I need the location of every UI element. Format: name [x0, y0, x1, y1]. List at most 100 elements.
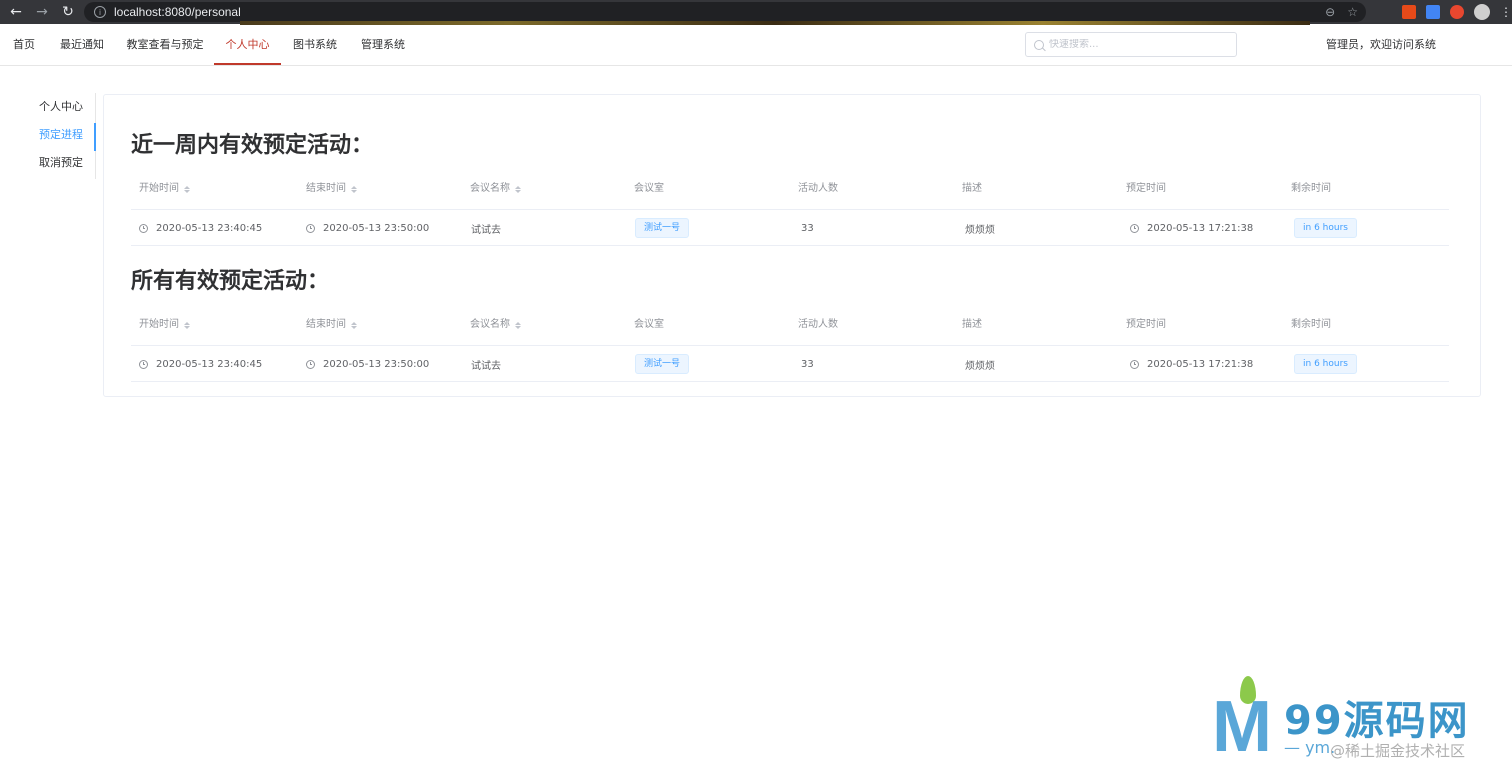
table-row: 2020-05-13 23:40:45 2020-05-13 23:50:00 … [131, 210, 1449, 246]
sort-icon[interactable] [515, 185, 521, 193]
column-label: 开始时间 [139, 183, 179, 194]
translate-extension-icon[interactable] [1426, 5, 1440, 19]
column-label: 会议名称 [470, 319, 510, 330]
column-header-room: 会议室 [634, 183, 664, 194]
column-label: 结束时间 [306, 319, 346, 330]
table-header: 开始时间 结束时间 会议名称 会议室 活动人数 描述 预定时间 剩余时间 [131, 168, 1449, 210]
room-tag: 测试一号 [635, 218, 690, 238]
cell-room: 测试一号 [627, 346, 690, 382]
sort-icon[interactable] [351, 185, 357, 193]
menu-item-library[interactable]: 图书系统 [281, 25, 349, 65]
more-menu-icon[interactable]: ⋮ [1500, 5, 1512, 19]
stop-extension-icon[interactable] [1450, 5, 1464, 19]
column-header-remaining: 剩余时间 [1291, 319, 1331, 330]
side-item-progress[interactable]: 预定进程 [39, 121, 83, 149]
cell-people: 33 [801, 358, 814, 370]
section-title-all: 所有有效预定活动： [131, 269, 330, 294]
cell-text: 2020-05-13 17:21:38 [1147, 222, 1254, 234]
column-header-end[interactable]: 结束时间 [298, 168, 357, 210]
back-button[interactable]: ← [6, 0, 26, 24]
remaining-tag: in 6 hours [1294, 354, 1357, 374]
column-header-booked: 预定时间 [1126, 183, 1166, 194]
extensions-area: ⋮ [1402, 0, 1512, 24]
search-input[interactable] [1049, 39, 1229, 50]
cell-text: 2020-05-13 23:50:00 [323, 358, 430, 370]
clock-icon [306, 223, 315, 233]
cell-text: 2020-05-13 23:40:45 [156, 358, 263, 370]
address-bar[interactable]: i localhost:8080/personal ⊖ ☆ [84, 2, 1366, 22]
table-row: 2020-05-13 23:40:45 2020-05-13 23:50:00 … [131, 346, 1449, 382]
column-header-name[interactable]: 会议名称 [462, 168, 521, 210]
column-header-desc: 描述 [962, 319, 982, 330]
cell-start: 2020-05-13 23:40:45 [131, 346, 262, 382]
column-label: 开始时间 [139, 319, 179, 330]
column-label: 结束时间 [306, 183, 346, 194]
side-menu: 个人中心 预定进程 取消预定 [0, 93, 96, 179]
url-text: localhost:8080/personal [114, 5, 241, 19]
clock-icon [139, 359, 148, 369]
side-item-cancel[interactable]: 取消预定 [39, 149, 83, 177]
office-extension-icon[interactable] [1402, 5, 1416, 19]
column-header-start[interactable]: 开始时间 [131, 168, 190, 210]
column-header-remaining: 剩余时间 [1291, 183, 1331, 194]
column-header-room: 会议室 [634, 319, 664, 330]
column-header-start[interactable]: 开始时间 [131, 304, 190, 346]
arrow-left-icon: ← [10, 4, 22, 20]
zoom-icon[interactable]: ⊖ [1325, 5, 1335, 19]
menu-item-admin[interactable]: 管理系统 [349, 25, 417, 65]
sort-icon[interactable] [184, 185, 190, 193]
profile-avatar-icon[interactable] [1474, 4, 1490, 20]
reload-icon: ↻ [62, 4, 74, 20]
welcome-text: 管理员，欢迎访问系统 [1326, 38, 1436, 51]
side-item-personal[interactable]: 个人中心 [39, 93, 83, 121]
cell-name: 试试去 [471, 224, 501, 236]
column-label: 会议名称 [470, 183, 510, 194]
remaining-tag: in 6 hours [1294, 218, 1357, 238]
watermark-credit: @稀土掘金技术社区 [1330, 742, 1466, 760]
cell-remaining: in 6 hours [1286, 210, 1357, 246]
cell-start: 2020-05-13 23:40:45 [131, 210, 262, 246]
table-all: 开始时间 结束时间 会议名称 会议室 活动人数 描述 预定时间 剩余时间 202… [131, 304, 1449, 382]
cell-name: 试试去 [471, 360, 501, 372]
column-header-desc: 描述 [962, 183, 982, 194]
forward-button[interactable]: → [32, 0, 52, 24]
sort-icon[interactable] [515, 321, 521, 329]
cell-text: 2020-05-13 23:50:00 [323, 222, 430, 234]
column-header-people: 活动人数 [798, 183, 838, 194]
m-logo-icon: M [1212, 687, 1272, 767]
column-header-name[interactable]: 会议名称 [462, 304, 521, 346]
cell-text: 2020-05-13 23:40:45 [156, 222, 263, 234]
cell-end: 2020-05-13 23:50:00 [298, 210, 429, 246]
info-icon[interactable]: i [94, 6, 106, 18]
sort-icon[interactable] [184, 321, 190, 329]
top-navigation: 首页 最近通知 教室查看与预定 个人中心 图书系统 管理系统 管理员，欢迎访问系… [0, 25, 1512, 66]
room-tag: 测试一号 [635, 354, 690, 374]
table-week: 开始时间 结束时间 会议名称 会议室 活动人数 描述 预定时间 剩余时间 202… [131, 168, 1449, 246]
sort-icon[interactable] [351, 321, 357, 329]
cell-text: 2020-05-13 17:21:38 [1147, 358, 1254, 370]
cell-people: 33 [801, 222, 814, 234]
arrow-right-icon: → [36, 4, 48, 20]
cell-desc: 烦烦烦 [965, 360, 995, 372]
cell-end: 2020-05-13 23:50:00 [298, 346, 429, 382]
menu-item-personal[interactable]: 个人中心 [214, 25, 281, 65]
clock-icon [139, 223, 148, 233]
quick-search[interactable] [1025, 32, 1237, 57]
column-header-booked: 预定时间 [1126, 319, 1166, 330]
bookmark-star-icon[interactable]: ☆ [1347, 5, 1358, 19]
menu-item-home[interactable]: 首页 [0, 25, 48, 65]
menu-item-notifications[interactable]: 最近通知 [48, 25, 116, 65]
menu-item-classroom[interactable]: 教室查看与预定 [116, 25, 214, 65]
clock-icon [1130, 223, 1139, 233]
section-title-week: 近一周内有效预定活动： [131, 133, 374, 158]
watermark-sub: — ym. [1284, 738, 1336, 757]
search-icon [1034, 39, 1044, 50]
reload-button[interactable]: ↻ [58, 0, 78, 24]
column-header-people: 活动人数 [798, 319, 838, 330]
clock-icon [306, 359, 315, 369]
cell-booked: 2020-05-13 17:21:38 [1122, 346, 1253, 382]
cell-booked: 2020-05-13 17:21:38 [1122, 210, 1253, 246]
watermark-logo: M 99源码网 — ym. @稀土掘金技术社区 [1212, 676, 1512, 783]
content-card: 近一周内有效预定活动： 开始时间 结束时间 会议名称 会议室 活动人数 描述 预… [103, 94, 1481, 397]
column-header-end[interactable]: 结束时间 [298, 304, 357, 346]
